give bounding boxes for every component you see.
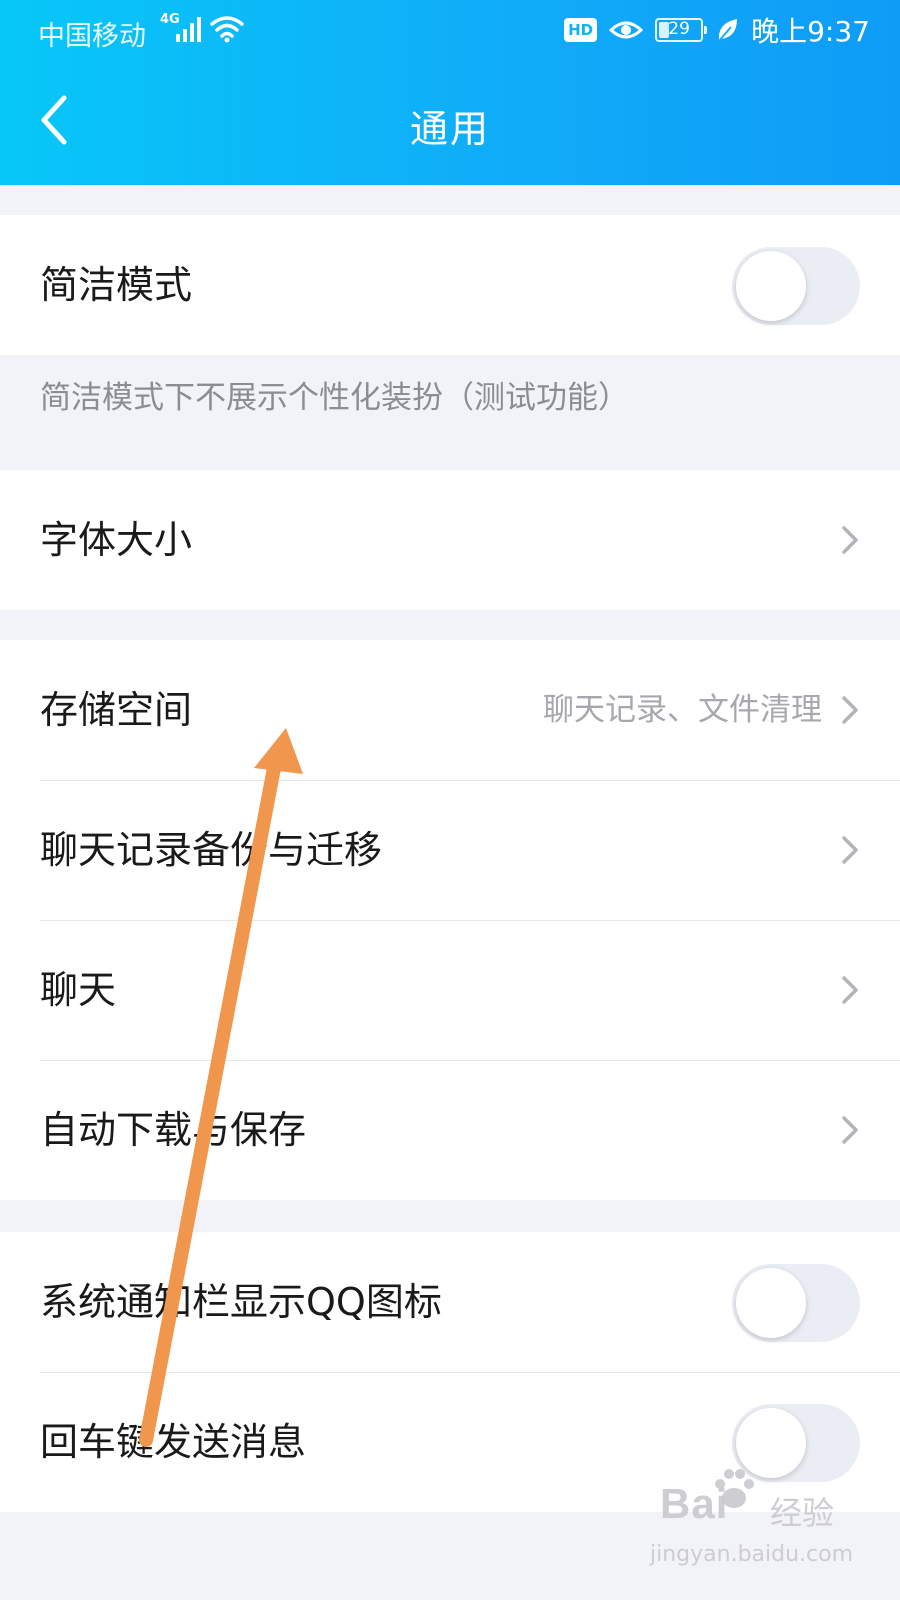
signal-icon (176, 17, 201, 42)
notify-icon-row[interactable]: 系统通知栏显示QQ图标 (0, 1232, 900, 1372)
chevron-right-icon (842, 976, 858, 1004)
carrier-label: 中国移动 (38, 21, 146, 52)
status-right: HD 29 晚上9:37 (564, 12, 870, 48)
chat-backup-label: 聊天记录备份与迁移 (40, 828, 383, 872)
toggle-knob (736, 1268, 806, 1338)
notify-icon-label: 系统通知栏显示QQ图标 (40, 1280, 442, 1324)
toggle-knob (736, 251, 806, 321)
battery-label: 29 (668, 19, 690, 39)
storage-row[interactable]: 存储空间 聊天记录、文件清理 (0, 640, 900, 780)
storage-subtitle: 聊天记录、文件清理 (543, 692, 822, 728)
watermark: Bai 经验 jingyan.baidu.com (650, 1462, 860, 1582)
auto-download-label: 自动下载与保存 (40, 1108, 307, 1152)
leaf-icon (718, 19, 738, 42)
eye-icon (609, 21, 644, 39)
paw-icon (715, 1469, 754, 1508)
watermark-url: jingyan.baidu.com (650, 1542, 854, 1567)
font-size-group: 字体大小 (0, 470, 900, 610)
storage-label: 存储空间 (40, 688, 193, 732)
storage-group: 存储空间 聊天记录、文件清理 聊天记录备份与迁移 聊天 自动下载与保存 (0, 640, 900, 1200)
chat-backup-row[interactable]: 聊天记录备份与迁移 (0, 780, 900, 920)
simple-mode-group: 简洁模式 (0, 215, 900, 355)
simple-mode-label: 简洁模式 (40, 263, 193, 307)
clock-label: 晚上9:37 (751, 15, 870, 48)
notify-icon-toggle[interactable] (732, 1264, 860, 1342)
page-title: 通用 (409, 107, 490, 151)
simple-mode-note: 简洁模式下不展示个性化装扮（测试功能） (40, 380, 629, 416)
hd-icon: HD (564, 18, 598, 42)
simple-mode-row[interactable]: 简洁模式 (0, 215, 900, 355)
chat-label: 聊天 (40, 968, 117, 1012)
font-size-label: 字体大小 (40, 518, 193, 562)
chevron-right-icon (842, 836, 858, 864)
chevron-right-icon (842, 526, 858, 554)
chat-row[interactable]: 聊天 (0, 920, 900, 1060)
wifi-icon (210, 16, 244, 43)
enter-send-label: 回车键发送消息 (40, 1420, 307, 1464)
watermark-suffix: 经验 (770, 1494, 835, 1532)
status-bar: 中国移动 4G HD 29 晚上9:37 (0, 0, 900, 62)
battery-icon: 29 (655, 18, 708, 42)
app-header: 中国移动 4G HD 29 晚上9:37 通用 (0, 0, 900, 185)
chevron-right-icon (842, 1116, 858, 1144)
font-size-row[interactable]: 字体大小 (0, 470, 900, 610)
chevron-right-icon (842, 696, 858, 724)
auto-download-row[interactable]: 自动下载与保存 (0, 1060, 900, 1200)
simple-mode-toggle[interactable] (732, 247, 860, 325)
